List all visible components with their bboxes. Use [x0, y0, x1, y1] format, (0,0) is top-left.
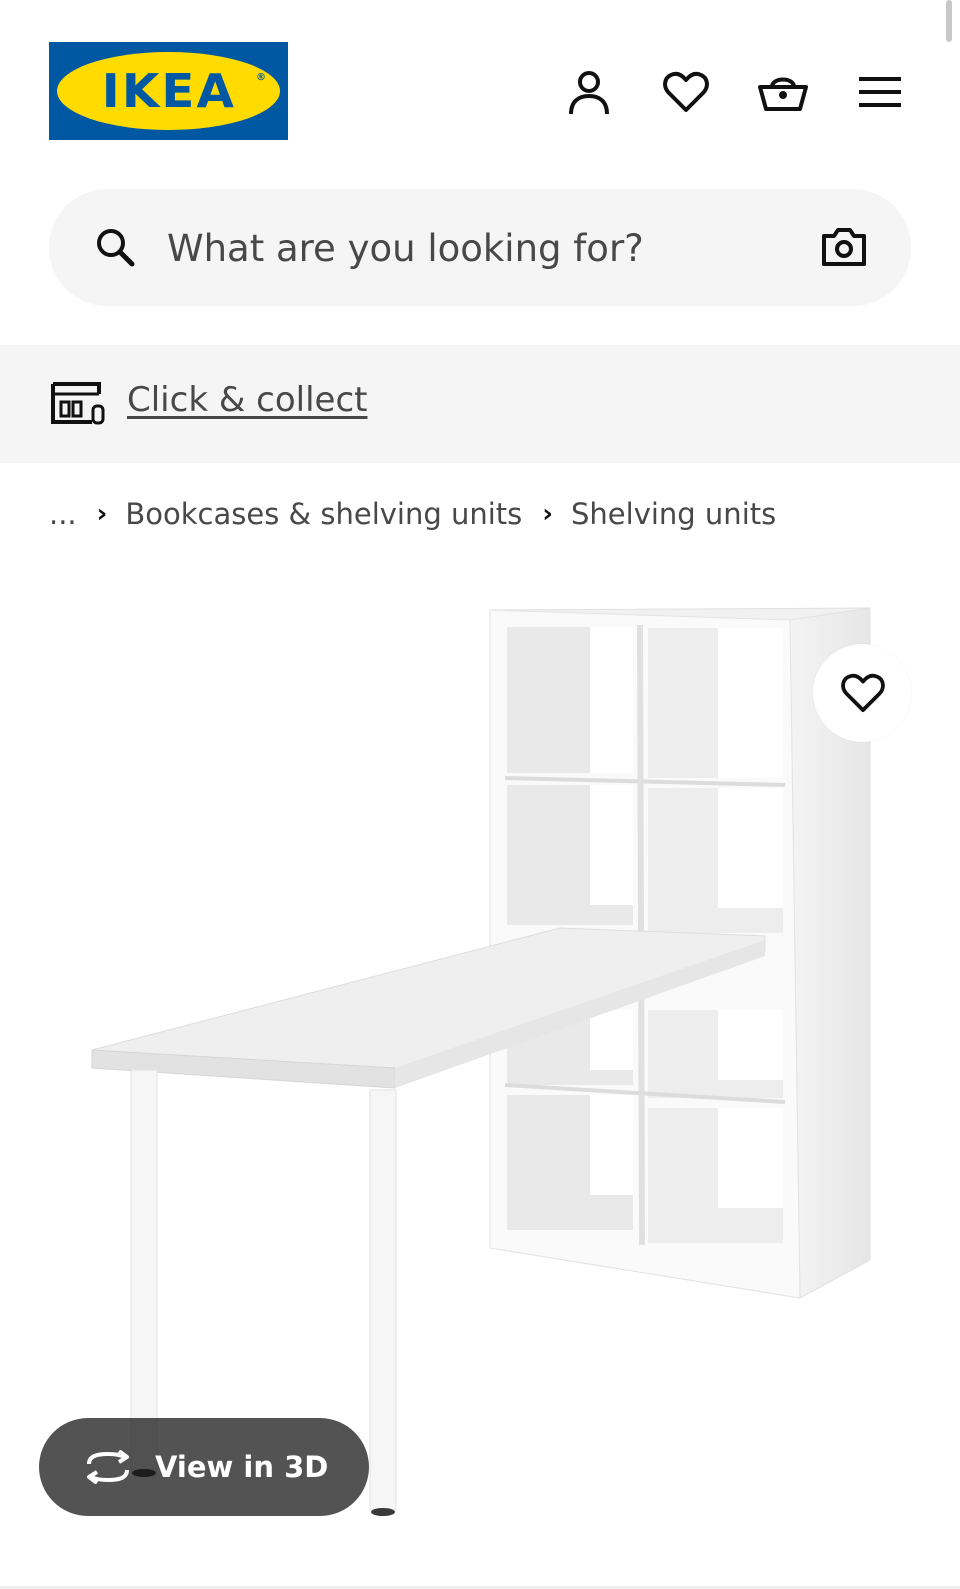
chevron-right-icon: › — [542, 499, 554, 529]
logo-oval: IKEA ® — [57, 52, 280, 130]
menu-icon — [858, 77, 901, 107]
breadcrumb-bookcases[interactable]: Bookcases & shelving units — [125, 497, 522, 531]
heart-icon — [662, 71, 709, 112]
heart-icon — [841, 673, 885, 713]
basket-button[interactable] — [734, 62, 831, 122]
header-actions — [540, 62, 928, 122]
registered-mark: ® — [256, 72, 266, 83]
search-input[interactable] — [167, 215, 787, 281]
wishlist-button[interactable] — [637, 62, 734, 122]
search-bar[interactable] — [49, 189, 911, 306]
basket-icon — [757, 77, 808, 111]
breadcrumb-ellipsis[interactable]: ... — [49, 497, 77, 531]
view-in-3d-button[interactable]: View in 3D — [39, 1418, 369, 1516]
chevron-right-icon: › — [96, 499, 108, 529]
store-icon — [51, 382, 105, 425]
breadcrumb-shelving-units[interactable]: Shelving units — [571, 497, 776, 531]
menu-button[interactable] — [831, 62, 928, 122]
click-collect-link[interactable]: Click & collect — [127, 380, 367, 420]
product-favourite-button[interactable] — [813, 644, 911, 742]
account-button[interactable] — [540, 62, 637, 122]
breadcrumb: ... › Bookcases & shelving units › Shelv… — [49, 494, 776, 534]
camera-icon[interactable] — [821, 227, 867, 267]
ikea-logo[interactable]: IKEA ® — [49, 42, 288, 140]
store-bar: Click & collect — [0, 345, 960, 463]
site-header: IKEA ® — [0, 0, 960, 170]
user-icon — [568, 71, 609, 115]
search-icon[interactable] — [95, 227, 135, 267]
rotate-3d-icon — [87, 1450, 129, 1484]
view-in-3d-label: View in 3D — [155, 1450, 329, 1484]
logo-text: IKEA — [101, 64, 236, 118]
